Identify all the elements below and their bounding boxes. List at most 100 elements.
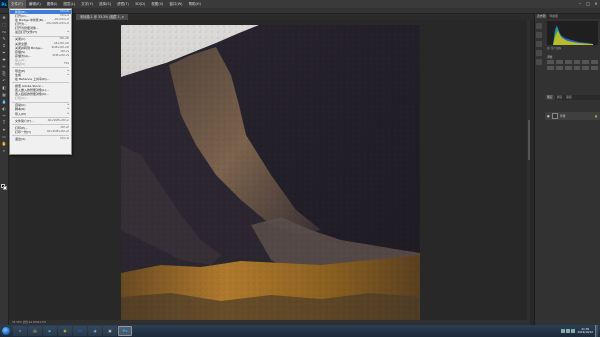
menu-separator [12, 82, 69, 83]
path-select-tool-icon[interactable]: ➤ [1, 127, 8, 133]
rectangle-tool-icon[interactable]: ▭ [1, 134, 8, 140]
brightness-adjust-icon[interactable] [547, 60, 554, 64]
tab-paths[interactable]: 路径 [564, 95, 574, 100]
eye-icon[interactable]: ● [547, 114, 550, 118]
paragraph-panel-icon[interactable] [536, 50, 542, 56]
file-menu-item-shortcut: ▸ [67, 111, 69, 115]
menu-item-7[interactable]: 3D(D) [132, 0, 148, 8]
tab-channels[interactable]: 通道 [555, 95, 565, 100]
close-button[interactable]: × [592, 0, 600, 8]
file-menu-item[interactable]: 打印一份(Y) Alt+Shift+Ctrl+P [10, 130, 71, 134]
network-icon[interactable] [561, 329, 565, 333]
taskbar-clock[interactable]: 21:39 2016/10/12 [578, 327, 594, 335]
hue-adjust-icon[interactable] [591, 60, 598, 64]
layers-panel: 图层 通道 路径 ● 背景 🔒 [545, 95, 600, 325]
color-lookup-adjust-icon[interactable] [582, 66, 590, 70]
history-brush-tool-icon[interactable]: ↶ [1, 78, 8, 84]
layer-thumbnail [552, 113, 558, 119]
menu-separator [12, 67, 69, 68]
marquee-tool-icon[interactable]: ⬚ [1, 22, 8, 28]
menu-item-3[interactable]: 图层(L) [60, 0, 78, 8]
black-white-adjust-icon[interactable] [555, 66, 563, 70]
qq-icon[interactable]: ◕ [88, 326, 102, 336]
photoshop-logo-icon[interactable]: Ps [0, 0, 8, 8]
media-player-icon[interactable]: ▶ [43, 326, 57, 336]
color-balance-adjust-icon[interactable] [547, 66, 554, 70]
file-menu-item-label: 打印一份(Y) [15, 129, 32, 134]
menu-item-1[interactable]: 编辑(E) [26, 0, 44, 8]
document-canvas[interactable] [121, 25, 420, 325]
canvas-area[interactable] [9, 20, 529, 325]
lasso-tool-icon[interactable]: ᔓ [1, 29, 8, 35]
menu-item-2[interactable]: 图像(I) [44, 0, 61, 8]
properties-panel-icon[interactable] [536, 32, 542, 38]
adjustments-grid [547, 60, 598, 70]
eyedropper-tool-icon[interactable]: ✒ [1, 50, 8, 56]
windows-logo-icon [2, 327, 10, 335]
gradient-tool-icon[interactable]: ▦ [1, 92, 8, 98]
tab-layers[interactable]: 图层 [545, 95, 555, 100]
file-menu-item[interactable]: 导入(M) ▸ [10, 112, 71, 116]
file-menu-item[interactable]: 退出(X) Ctrl+Q [10, 137, 71, 141]
menu-item-8[interactable]: 视图(V) [148, 0, 166, 8]
menu-item-4[interactable]: 文字(Y) [78, 0, 96, 8]
crop-tool-icon[interactable]: ⌗ [1, 43, 8, 49]
type-tool-icon[interactable]: T [1, 120, 8, 126]
photo-filter-adjust-icon[interactable] [564, 66, 572, 70]
menu-item-6[interactable]: 滤镜(T) [114, 0, 132, 8]
tool-list: ✥ ⬚ ᔓ ✎ ⌗ ✒ ✚ ✏ ⎘ ↶ ◧ ▦ 💧 ◐ ✑ T ➤ ▭ ✋ ⌕ [0, 15, 8, 154]
eraser-tool-icon[interactable]: ◧ [1, 85, 8, 91]
exposure-adjust-icon[interactable] [573, 60, 581, 64]
vertical-scrollbar[interactable] [527, 20, 530, 325]
history-panel-icon[interactable] [536, 23, 542, 29]
file-menu-item[interactable]: 在 Behance 上共享(D)... [10, 77, 71, 81]
pen-tool-icon[interactable]: ✑ [1, 113, 8, 119]
maximize-button[interactable]: □ [584, 0, 592, 8]
file-menu-item-shortcut: ▸ [67, 30, 69, 34]
brush-panel-icon[interactable] [536, 59, 542, 65]
language-icon[interactable] [571, 329, 575, 333]
photoshop-icon[interactable]: Ps [118, 326, 132, 336]
internet-explorer-icon[interactable]: e [13, 326, 27, 336]
character-panel-icon[interactable] [536, 41, 542, 47]
channel-mixer-adjust-icon[interactable] [573, 66, 581, 70]
move-tool-icon[interactable]: ✥ [1, 15, 8, 21]
vibrance-adjust-icon[interactable] [582, 60, 590, 64]
scrollbar-thumb[interactable] [527, 120, 530, 160]
lock-icon: 🔒 [594, 114, 598, 118]
quick-select-tool-icon[interactable]: ✎ [1, 36, 8, 42]
invert-adjust-icon[interactable] [591, 66, 598, 70]
blur-tool-icon[interactable]: 💧 [1, 99, 8, 105]
minimize-button[interactable]: – [576, 0, 584, 8]
file-menu-item[interactable]: 打包(G)... [10, 96, 71, 100]
histogram-source: 源: 整个图像 [547, 47, 562, 50]
file-menu-item[interactable]: 文件简介(F)... Alt+Shift+Ctrl+I [10, 119, 71, 123]
dodge-tool-icon[interactable]: ◐ [1, 106, 8, 112]
menu-item-0[interactable]: 文件(F) [8, 0, 26, 8]
terminal-icon[interactable]: ▣ [103, 326, 117, 336]
tab-navigator[interactable]: 导航器 [547, 14, 559, 19]
file-menu-item-label: 在 Behance 上共享(D)... [15, 77, 50, 82]
layer-row-background[interactable]: ● 背景 🔒 [545, 112, 600, 120]
clone-stamp-tool-icon[interactable]: ⎘ [1, 71, 8, 77]
brush-tool-icon[interactable]: ✏ [1, 64, 8, 70]
background-color-swatch[interactable] [3, 186, 7, 190]
word-icon[interactable]: W [73, 326, 87, 336]
menu-item-9[interactable]: 窗口(W) [166, 0, 185, 8]
start-button[interactable] [0, 325, 12, 337]
curves-adjust-icon[interactable] [564, 60, 572, 64]
healing-brush-tool-icon[interactable]: ✚ [1, 57, 8, 63]
show-desktop-button[interactable] [595, 325, 598, 337]
hand-tool-icon[interactable]: ✋ [1, 141, 8, 147]
file-menu-item[interactable]: 最近打开文件(T) ▸ [10, 30, 71, 34]
histogram-panel-tabs: 直方图 导航器 [535, 14, 600, 19]
file-menu-item[interactable]: 恢复(V) F12 [10, 62, 71, 66]
menu-item-10[interactable]: 帮助(H) [186, 0, 204, 8]
menu-item-5[interactable]: 选择(S) [96, 0, 114, 8]
levels-adjust-icon[interactable] [555, 60, 563, 64]
tab-histogram[interactable]: 直方图 [535, 14, 548, 19]
chrome-icon[interactable]: ◉ [58, 326, 72, 336]
zoom-tool-icon[interactable]: ⌕ [1, 148, 8, 154]
volume-icon[interactable] [566, 329, 570, 333]
file-explorer-icon[interactable]: ▤ [28, 326, 42, 336]
